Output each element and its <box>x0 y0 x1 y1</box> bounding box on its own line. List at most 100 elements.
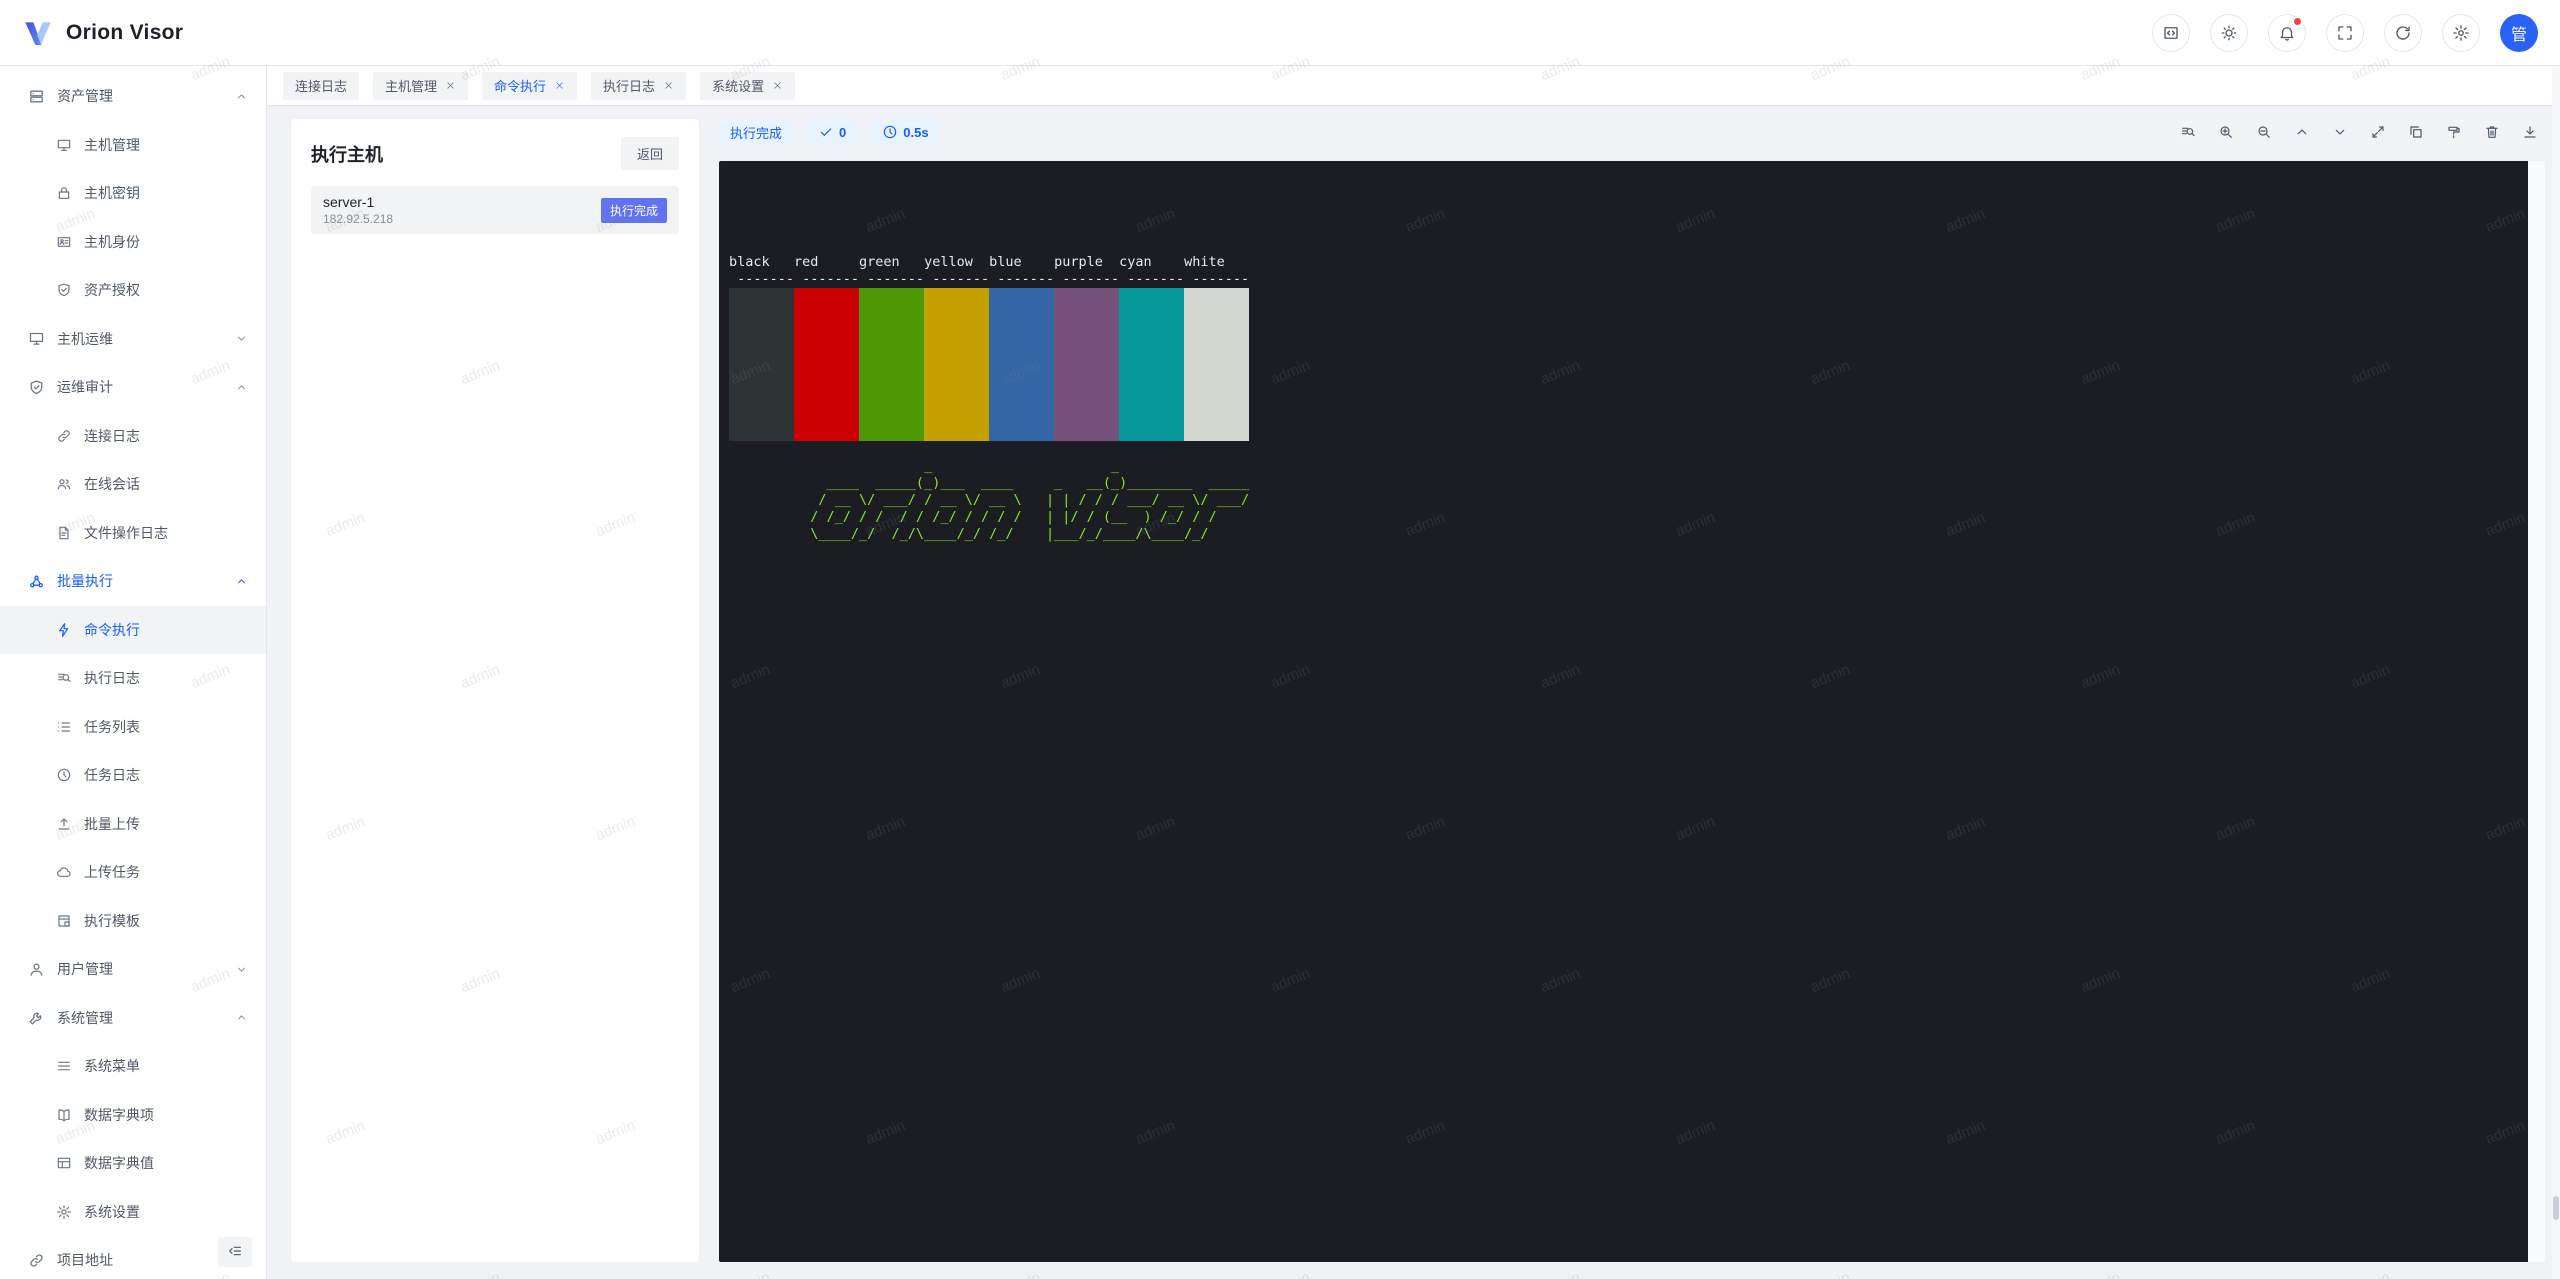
wrench-icon <box>28 1009 45 1026</box>
sidebar-item-15[interactable]: 批量上传 <box>0 800 266 849</box>
scroll-top-button[interactable] <box>2289 119 2315 145</box>
zoom-in-button[interactable] <box>2213 119 2239 145</box>
sidebar-item-6[interactable]: 运维审计 <box>0 363 266 412</box>
dict-book-icon <box>56 1107 72 1123</box>
sidebar-item-20[interactable]: 系统菜单 <box>0 1042 266 1091</box>
app-header: Orion Visor 管 <box>0 0 2560 66</box>
color-bar-green <box>859 288 924 441</box>
sidebar-item-label: 主机密钥 <box>84 183 248 203</box>
scroll-bottom-button[interactable] <box>2327 119 2353 145</box>
exec-output-panel: 执行完成 0 0.5s <box>719 119 2545 1262</box>
upload-icon <box>56 816 72 832</box>
app-title: Orion Visor <box>66 21 183 45</box>
close-icon[interactable] <box>663 80 674 91</box>
sidebar-item-label: 系统设置 <box>84 1202 248 1222</box>
clean-icon <box>2446 124 2462 140</box>
avatar[interactable]: 管 <box>2500 14 2538 52</box>
color-bar-white <box>1184 288 1249 441</box>
tab-label: 系统设置 <box>712 76 764 95</box>
duration-badge: 0.5s <box>871 119 939 145</box>
refresh-icon <box>2394 24 2412 42</box>
sidebar-item-1[interactable]: 主机管理 <box>0 121 266 170</box>
close-icon[interactable] <box>554 80 565 91</box>
sidebar-item-7[interactable]: 连接日志 <box>0 412 266 461</box>
sidebar-item-22[interactable]: 数据字典值 <box>0 1139 266 1188</box>
copy-button[interactable] <box>2403 119 2429 145</box>
bell-icon <box>2278 24 2296 42</box>
sidebar-collapse-button[interactable] <box>218 1237 252 1267</box>
back-button[interactable]: 返回 <box>621 137 679 170</box>
tab-1[interactable]: 主机管理 <box>373 72 468 100</box>
sidebar-item-19[interactable]: 系统管理 <box>0 994 266 1043</box>
sidebar-item-23[interactable]: 系统设置 <box>0 1188 266 1237</box>
sidebar-item-18[interactable]: 用户管理 <box>0 945 266 994</box>
monitor-icon <box>56 137 72 153</box>
header-actions: 管 <box>2152 14 2538 52</box>
cluster-icon <box>28 573 45 590</box>
theme-button[interactable] <box>2210 14 2248 52</box>
expand-button[interactable] <box>2365 119 2391 145</box>
template-icon <box>56 913 72 929</box>
shield-check-icon <box>28 379 45 396</box>
chevron-up-icon <box>235 575 248 588</box>
sidebar-item-label: 系统菜单 <box>84 1056 248 1076</box>
log-view-button[interactable] <box>2175 119 2201 145</box>
link-icon <box>28 1252 45 1269</box>
chevron-up-icon <box>235 90 248 103</box>
zoom-out-button[interactable] <box>2251 119 2277 145</box>
shield-check-icon <box>56 282 72 298</box>
sidebar-item-16[interactable]: 上传任务 <box>0 848 266 897</box>
sidebar-item-11[interactable]: 命令执行 <box>0 606 266 655</box>
trash-icon <box>2484 124 2500 140</box>
page-scrollbar <box>2552 66 2560 1279</box>
terminal-viewport[interactable]: black red green yellow blue purple cyan … <box>719 161 2528 1262</box>
notification-dot <box>2293 17 2302 26</box>
panel-title: 执行主机 <box>311 141 383 167</box>
settings-button[interactable] <box>2442 14 2480 52</box>
gear-icon <box>2452 24 2470 42</box>
sidebar-item-label: 在线会话 <box>84 474 248 494</box>
sidebar-item-0[interactable]: 资产管理 <box>0 72 266 121</box>
close-icon[interactable] <box>445 80 456 91</box>
refresh-button[interactable] <box>2384 14 2422 52</box>
page-scrollbar-thumb[interactable] <box>2553 1196 2559 1220</box>
fullscreen-button[interactable] <box>2326 14 2364 52</box>
clock-icon <box>56 767 72 783</box>
color-bar-red <box>794 288 859 441</box>
close-icon[interactable] <box>772 80 783 91</box>
code-button[interactable] <box>2152 14 2190 52</box>
tab-2[interactable]: 命令执行 <box>482 72 577 100</box>
sidebar-item-4[interactable]: 资产授权 <box>0 266 266 315</box>
sidebar-item-8[interactable]: 在线会话 <box>0 460 266 509</box>
sidebar-item-12[interactable]: 执行日志 <box>0 654 266 703</box>
sidebar-item-17[interactable]: 执行模板 <box>0 897 266 946</box>
terminal-toolbar <box>2175 119 2543 145</box>
sidebar-item-5[interactable]: 主机运维 <box>0 315 266 364</box>
color-bar-cyan <box>1119 288 1184 441</box>
terminal-scrollbar[interactable] <box>2528 161 2545 1262</box>
download-button[interactable] <box>2517 119 2543 145</box>
host-list: server-1182.92.5.218执行完成 <box>311 186 679 234</box>
sidebar-item-label: 主机管理 <box>84 135 248 155</box>
tab-bar: 连接日志主机管理命令执行执行日志 系统设置 <box>267 66 2560 106</box>
list-icon <box>56 719 72 735</box>
link-icon <box>56 428 72 444</box>
sidebar-item-21[interactable]: 数据字典项 <box>0 1091 266 1140</box>
logo-v-icon <box>22 17 54 49</box>
host-item[interactable]: server-1182.92.5.218执行完成 <box>311 186 679 234</box>
chevron-up-icon <box>2294 124 2310 140</box>
delete-button[interactable] <box>2479 119 2505 145</box>
sidebar-item-13[interactable]: 任务列表 <box>0 703 266 752</box>
sidebar-item-14[interactable]: 任务日志 <box>0 751 266 800</box>
sidebar-item-2[interactable]: 主机密钥 <box>0 169 266 218</box>
notifications-button[interactable] <box>2268 14 2306 52</box>
tab-3[interactable]: 执行日志 <box>591 72 686 100</box>
sidebar-item-9[interactable]: 文件操作日志 <box>0 509 266 558</box>
tab-0[interactable]: 连接日志 <box>283 72 359 100</box>
sidebar-item-3[interactable]: 主机身份 <box>0 218 266 267</box>
chevron-down-icon <box>2332 124 2348 140</box>
sidebar-item-10[interactable]: 批量执行 <box>0 557 266 606</box>
tab-4[interactable]: 系统设置 <box>700 72 795 100</box>
clean-button[interactable] <box>2441 119 2467 145</box>
sidebar-item-label: 资产授权 <box>84 280 248 300</box>
